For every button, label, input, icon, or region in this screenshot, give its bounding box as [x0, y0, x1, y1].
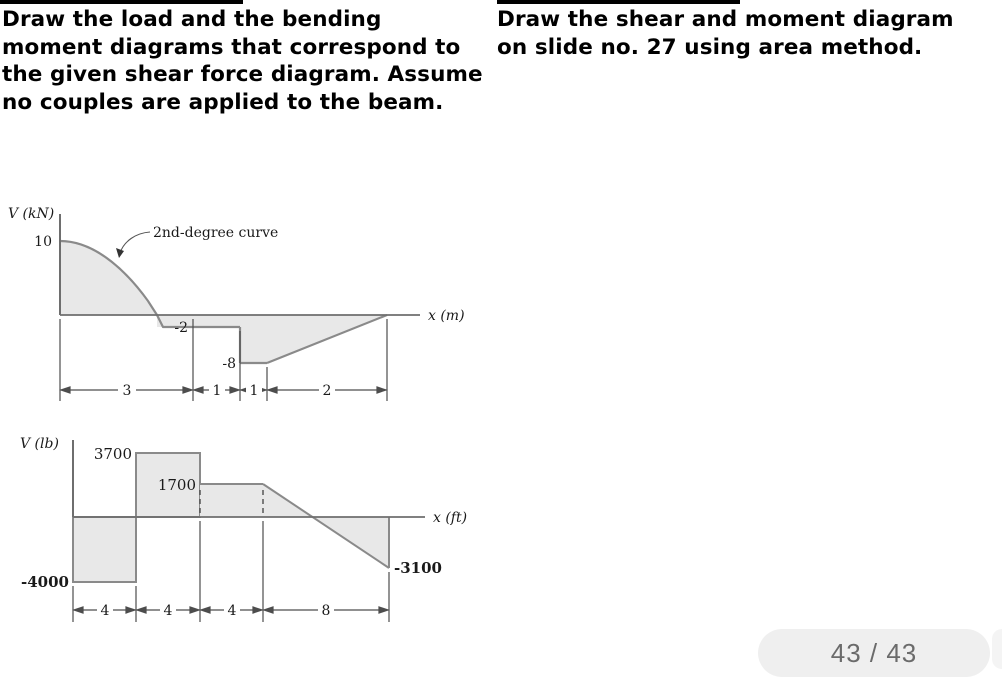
- dim-arrow-right-1: [125, 606, 137, 614]
- dim-label-1: 4: [101, 603, 110, 619]
- area-minus8-and-ramp: [240, 315, 387, 363]
- annotation-arrowhead-icon: [116, 248, 124, 258]
- dim-arrow-left-1: [59, 386, 71, 394]
- dim-arrow-right-3: [252, 606, 264, 614]
- shear-diagram-kn-figure: V (kN) x (m) 10 -2 -8 2nd-degree curve 3…: [0, 196, 500, 411]
- heading-underline-right: [497, 0, 740, 4]
- dim-arrow-left-2: [135, 606, 147, 614]
- heading-underline-left: [0, 0, 243, 4]
- dim-arrow-left-1: [72, 606, 84, 614]
- x-axis-label: x (m): [428, 308, 465, 324]
- dim-label-4: 8: [322, 603, 331, 619]
- area-1700-plateau: [200, 484, 263, 517]
- value-label-1700: 1700: [158, 476, 196, 494]
- dim-label-3: 1: [250, 383, 259, 399]
- dim-label-2: 4: [164, 603, 173, 619]
- shear-diagram-lb-svg: V (lb) x (ft) 3700 1700 -3100 -4000 4 4 …: [20, 436, 467, 622]
- edge-control-sliver[interactable]: [992, 629, 1002, 669]
- shear-diagram-kn-svg: V (kN) x (m) 10 -2 -8 2nd-degree curve 3…: [8, 206, 465, 401]
- dim-arrow-left-4: [262, 606, 274, 614]
- question-text-right-column: Draw the shear and moment diagram on sli…: [497, 6, 982, 61]
- dim-arrow-right-4: [378, 606, 390, 614]
- dim-label-3: 4: [228, 603, 237, 619]
- dim-arrow-right-4: [376, 386, 388, 394]
- dim-arrow-right-1: [182, 386, 194, 394]
- dim-arrow-right-2: [229, 386, 241, 394]
- dim-arrow-left-3: [199, 606, 211, 614]
- area-minus2-plateau: [157, 315, 240, 327]
- area-minus4000-block: [72, 516, 137, 583]
- annotation-leader-line: [119, 231, 151, 254]
- dim-arrow-left-2: [192, 386, 204, 394]
- value-label-minus8: -8: [222, 356, 236, 372]
- question-paragraph-left: Draw the load and the bending moment dia…: [2, 7, 483, 115]
- dim-arrow-right-2: [189, 606, 201, 614]
- value-label-minus4000: -4000: [21, 573, 69, 591]
- area-positive-curve-shape: [60, 241, 157, 315]
- annotation-label-2nd-degree-curve: 2nd-degree curve: [153, 225, 278, 241]
- question-paragraph-right: Draw the shear and moment diagram on sli…: [497, 7, 954, 60]
- value-label-3700: 3700: [94, 445, 132, 463]
- dim-arrow-left-4: [266, 386, 278, 394]
- value-label-10: 10: [34, 234, 52, 250]
- dim-label-4: 2: [323, 383, 332, 399]
- value-label-minus2: -2: [174, 320, 188, 336]
- dim-label-2: 1: [213, 383, 222, 399]
- page-indicator-label: 43 / 43: [830, 637, 918, 668]
- y-axis-label: V (kN): [8, 206, 54, 222]
- dim-label-1: 3: [123, 383, 132, 399]
- question-text-left-column: Draw the load and the bending moment dia…: [2, 6, 486, 116]
- value-label-minus3100: -3100: [394, 559, 442, 577]
- y-axis-label: V (lb): [20, 436, 59, 452]
- page-indicator[interactable]: 43 / 43: [758, 629, 990, 677]
- shear-diagram-lb-figure: V (lb) x (ft) 3700 1700 -3100 -4000 4 4 …: [0, 432, 500, 632]
- x-axis-label: x (ft): [433, 510, 467, 526]
